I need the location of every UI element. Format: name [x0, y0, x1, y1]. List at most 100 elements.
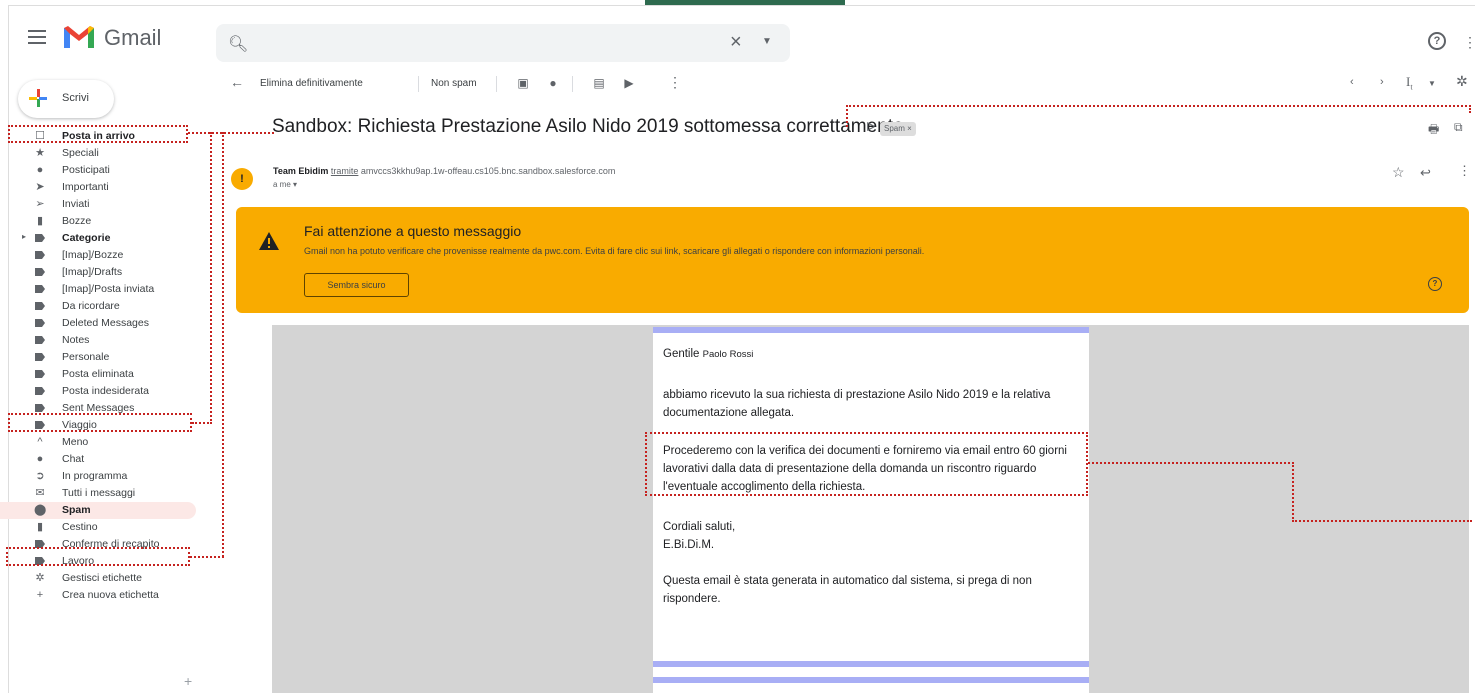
- reply-icon[interactable]: ↩: [1420, 165, 1431, 181]
- chevron-up-icon: ^: [37, 436, 43, 448]
- message-more-icon[interactable]: ⋮: [1458, 163, 1471, 179]
- annotation-box-spam: [6, 547, 190, 566]
- send-icon: ➢: [35, 198, 45, 210]
- sidebar-item-imap-posta-inviata[interactable]: [Imap]/Posta inviata: [0, 281, 210, 298]
- sidebar-item-important[interactable]: ➤ Importanti: [0, 179, 210, 196]
- input-tools-caret-icon[interactable]: ▼: [1428, 79, 1436, 88]
- search-icon[interactable]: 🔍︎: [228, 34, 248, 54]
- via-link[interactable]: tramite: [331, 166, 359, 176]
- label-icon: [34, 266, 46, 278]
- signature: E.Bi.Di.M.: [663, 539, 715, 551]
- label-icon: [34, 317, 46, 329]
- back-arrow-icon[interactable]: ←: [230, 74, 244, 90]
- sidebar-item-trash[interactable]: ▮ Cestino: [0, 519, 210, 536]
- sidebar-item-less[interactable]: ^ Meno: [0, 434, 210, 451]
- sender-line: Team Ebidim tramite amvccs3kkhu9ap.1w-of…: [273, 166, 615, 176]
- input-tools-icon[interactable]: It: [1406, 74, 1413, 92]
- print-icon[interactable]: 🖶︎: [1428, 120, 1439, 141]
- label-as-icon[interactable]: ▶: [622, 76, 636, 90]
- label-arrow-icon: ᐅ: [866, 120, 876, 134]
- apps-icon[interactable]: ⋮: [1463, 34, 1475, 51]
- main-menu-icon[interactable]: [28, 30, 46, 44]
- sidebar-item-categories[interactable]: ▸ Categorie: [0, 230, 210, 247]
- warning-text: Gmail non ha potuto verificare che prove…: [304, 246, 925, 256]
- label-icon: [34, 232, 46, 244]
- gmail-logo-icon[interactable]: [62, 24, 96, 50]
- mark-read-icon[interactable]: ▣: [516, 76, 530, 90]
- add-label-icon[interactable]: +: [184, 673, 192, 689]
- compose-button[interactable]: Scrivi: [18, 80, 114, 118]
- sender-avatar-warning-icon: !: [231, 168, 253, 190]
- help-icon[interactable]: ?: [1428, 32, 1446, 50]
- label-icon: [34, 368, 46, 380]
- header: Gmail 🔍︎ × ▼ ? ⋮: [0, 8, 1475, 64]
- sidebar-item-da-ricordare[interactable]: Da ricordare: [0, 298, 210, 315]
- toolbar-divider: [572, 76, 573, 92]
- sidebar-item-imap-drafts[interactable]: [Imap]/Drafts: [0, 264, 210, 281]
- sidebar-item-imap-bozze[interactable]: [Imap]/Bozze: [0, 247, 210, 264]
- snooze-icon[interactable]: ●: [546, 76, 560, 90]
- more-actions-icon[interactable]: ⋮: [668, 74, 682, 91]
- spam-label-chip[interactable]: Spam ×: [880, 122, 916, 136]
- newer-icon[interactable]: ‹: [1350, 76, 1354, 88]
- move-to-icon[interactable]: ▤: [592, 76, 606, 90]
- star-message-icon[interactable]: ☆: [1392, 164, 1405, 181]
- closing-line: Cordiali saluti,: [663, 521, 736, 533]
- compose-plus-icon: [29, 89, 47, 107]
- sidebar-item-snoozed[interactable]: ● Posticipati: [0, 162, 210, 179]
- sidebar-item-drafts[interactable]: ▮ Bozze: [0, 213, 210, 230]
- warning-help-icon[interactable]: ?: [1428, 277, 1442, 291]
- sidebar-item-scheduled[interactable]: ➲ In programma: [0, 468, 210, 485]
- annotation-box-inbox: [8, 125, 188, 143]
- paragraph-received: abbiamo ricevuto la sua richiesta di pre…: [663, 389, 1051, 419]
- sidebar-item-posta-indesiderata[interactable]: Posta indesiderata: [0, 383, 210, 400]
- annotation-line: [1469, 105, 1471, 113]
- label-icon: [34, 249, 46, 261]
- sidebar-item-chat[interactable]: ● Chat: [0, 451, 210, 468]
- looks-safe-button[interactable]: Sembra sicuro: [304, 273, 409, 297]
- clear-search-icon[interactable]: ×: [730, 31, 742, 54]
- settings-gear-icon[interactable]: ✲: [1456, 73, 1468, 90]
- sidebar-item-all-mail[interactable]: ✉ Tutti i messaggi: [0, 485, 210, 502]
- gmail-brand[interactable]: Gmail: [104, 25, 161, 51]
- chat-icon: ●: [36, 453, 44, 465]
- star-icon: ★: [35, 147, 45, 159]
- scheduled-icon: ➲: [35, 470, 45, 482]
- annotation-line: [188, 132, 274, 134]
- all-mail-icon: ✉: [35, 487, 45, 499]
- annotation-line: [1292, 462, 1294, 522]
- annotation-line: [1292, 520, 1472, 522]
- sidebar-item-personale[interactable]: Personale: [0, 349, 210, 366]
- annotation-box-verification-paragraph: [645, 432, 1088, 496]
- search-bar[interactable]: 🔍︎ × ▼: [216, 24, 790, 62]
- automatic-footer: Questa email è stata generata in automat…: [663, 575, 1032, 605]
- recipient-details[interactable]: a me ▾: [273, 180, 297, 189]
- sidebar-item-posta-eliminata[interactable]: Posta eliminata: [0, 366, 210, 383]
- sidebar-item-starred[interactable]: ★ Speciali: [0, 145, 210, 162]
- sidebar-item-deleted-messages[interactable]: Deleted Messages: [0, 315, 210, 332]
- not-spam-button[interactable]: Non spam: [431, 78, 477, 89]
- warning-triangle-icon: [259, 232, 279, 250]
- open-new-window-icon[interactable]: ⧉: [1454, 120, 1463, 135]
- sender-address: amvccs3kkhu9ap.1w-offeau.cs105.bnc.sandb…: [360, 166, 616, 176]
- label-icon: [34, 300, 46, 312]
- sidebar-item-notes[interactable]: Notes: [0, 332, 210, 349]
- annotation-line: [210, 132, 212, 424]
- card-top-bar: [653, 327, 1089, 333]
- sidebar-item-create-label[interactable]: + Crea nuova etichetta: [0, 587, 210, 604]
- annotation-line: [846, 105, 848, 127]
- search-input[interactable]: [256, 32, 696, 54]
- annotation-box-posta-indesiderata: [8, 413, 192, 432]
- sidebar-item-spam[interactable]: ⬤ Spam: [0, 502, 196, 519]
- expand-arrow-icon[interactable]: ▸: [22, 232, 26, 241]
- toolbar-divider: [418, 76, 419, 92]
- sidebar-item-manage-labels[interactable]: ✲ Gestisci etichette: [0, 570, 210, 587]
- search-options-icon[interactable]: ▼: [762, 36, 772, 47]
- gear-icon: ✲: [35, 572, 45, 584]
- sidebar-item-sent[interactable]: ➢ Inviati: [0, 196, 210, 213]
- sender-name[interactable]: Team Ebidim: [273, 166, 328, 176]
- older-icon[interactable]: ›: [1380, 76, 1384, 88]
- spam-icon: ⬤: [34, 504, 47, 516]
- label-icon: [34, 351, 46, 363]
- delete-forever-button[interactable]: Elimina definitivamente: [260, 78, 363, 89]
